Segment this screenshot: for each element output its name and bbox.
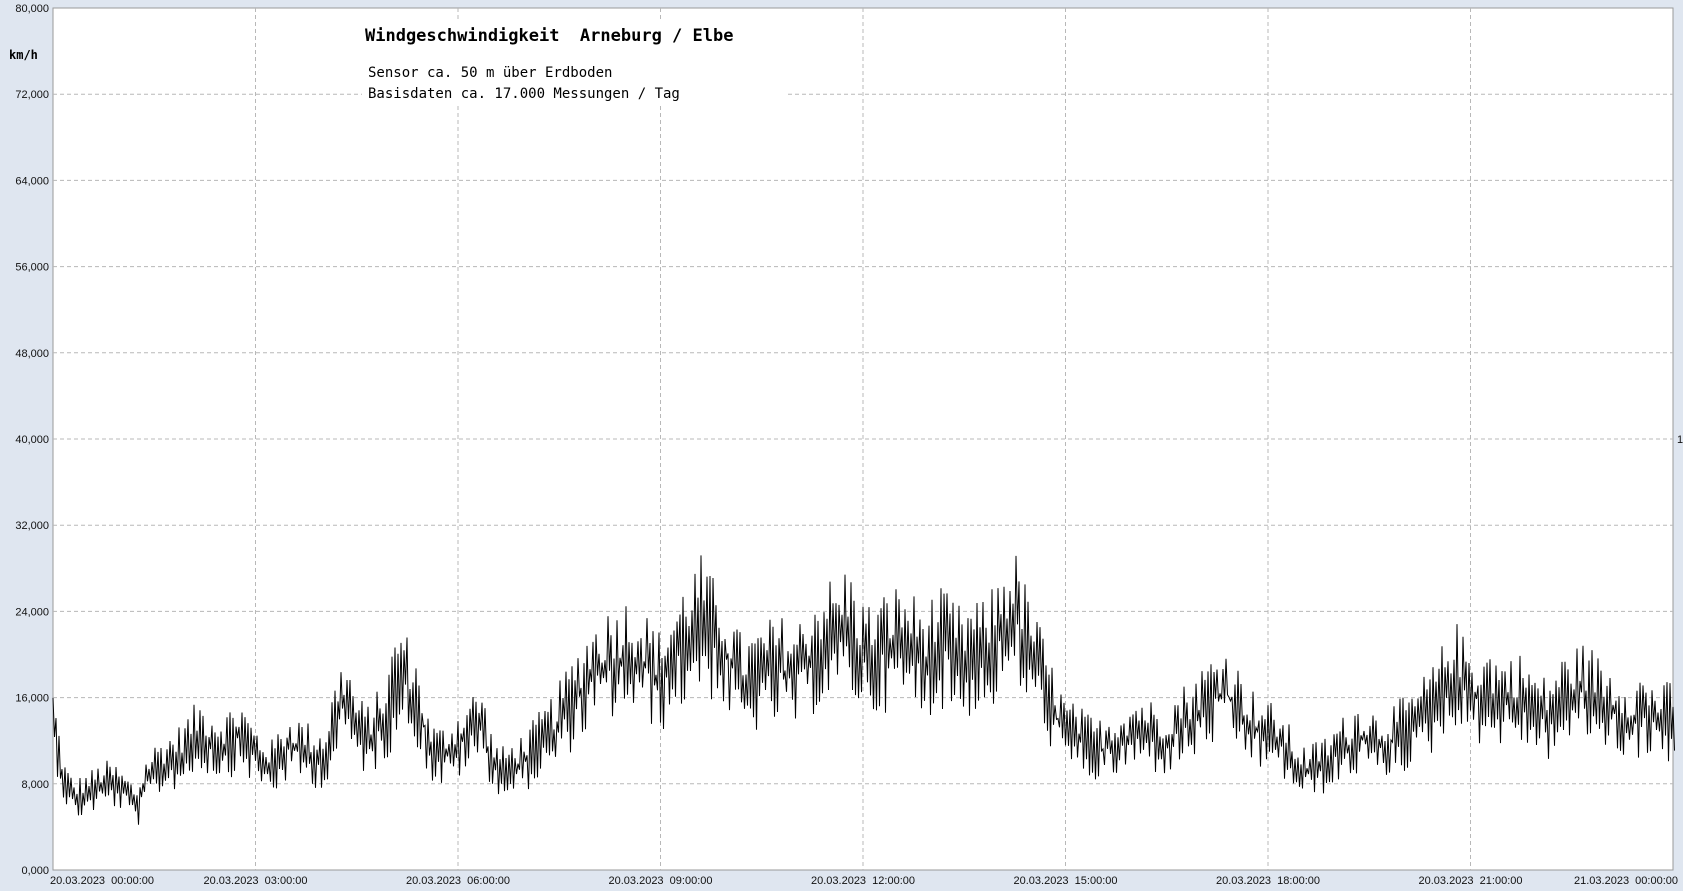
y-tick-label: 16,000 (15, 693, 49, 705)
y-tick-label: 56,000 (15, 262, 49, 274)
y-tick-label: 64,000 (15, 175, 49, 187)
y-tick-label: 32,000 (15, 520, 49, 532)
x-tick-label: 20.03.2023 12:00:00 (811, 875, 915, 887)
x-tick-label: 20.03.2023 00:00:00 (50, 875, 154, 887)
y-axis-ticks: 0,000 8,000 16,000 24,000 32,000 40,000 48,000… (15, 3, 49, 877)
wind-speed-chart: 0,000 8,000 16,000 24,000 32,000 40,000 48,000… (9, 3, 1683, 887)
x-axis-ticks: 20.03.2023 00:00:00 20.03.2023 03:00:00 20… (50, 875, 1678, 887)
y-axis-label: km/h (9, 48, 38, 62)
x-tick-label: 20.03.2023 15:00:00 (1014, 875, 1118, 887)
y-tick-label: 48,000 (15, 348, 49, 360)
x-tick-label: 20.03.2023 03:00:00 (204, 875, 308, 887)
x-tick-label: 21.03.2023 00:00:00 (1574, 875, 1678, 887)
y-tick-label: 8,000 (21, 779, 49, 791)
y-tick-label: 72,000 (15, 89, 49, 101)
chart-subtitle-1: Sensor ca. 50 m über Erdboden (368, 65, 612, 81)
right-axis-label: 1 (1677, 434, 1683, 446)
x-tick-label: 20.03.2023 21:00:00 (1419, 875, 1523, 887)
y-tick-label: 0,000 (21, 865, 49, 877)
y-tick-label: 80,000 (15, 3, 49, 15)
x-tick-label: 20.03.2023 18:00:00 (1216, 875, 1320, 887)
y-tick-label: 24,000 (15, 606, 49, 618)
chart-container: 0,000 8,000 16,000 24,000 32,000 40,000 48,000… (0, 0, 1683, 891)
chart-title: Windgeschwindigkeit Arneburg / Elbe (365, 26, 733, 46)
chart-subtitle-2: Basisdaten ca. 17.000 Messungen / Tag (368, 86, 680, 102)
x-tick-label: 20.03.2023 09:00:00 (609, 875, 713, 887)
x-tick-label: 20.03.2023 06:00:00 (406, 875, 510, 887)
y-tick-label: 40,000 (15, 434, 49, 446)
